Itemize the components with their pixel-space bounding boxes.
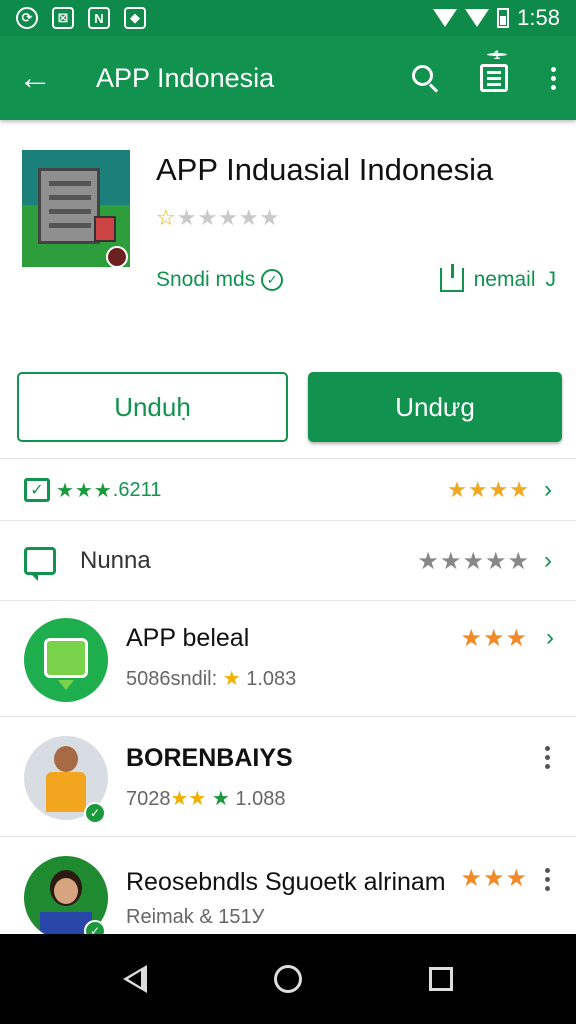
more-vert-icon[interactable] [545,868,550,891]
install-info[interactable]: nemail J [439,264,557,292]
star-filled: ☆ [156,205,177,230]
check-circle-icon: ✓ [261,269,284,291]
navigation-bar [0,934,576,1024]
nav-home-icon[interactable] [273,965,302,993]
star-empty: ★★★★★ [176,205,281,230]
image-icon: ⊠ [52,7,74,29]
install-button[interactable]: Undưg [308,372,562,442]
list-item-subtitle: Reimak & 151У [126,906,265,928]
list-item-subtitle: 5086sndil: ★ 1.083 [126,668,297,690]
rating-stars-right: ★★★★ [447,477,530,502]
chevron-right-icon: › [546,624,554,651]
sync-icon: ⟳ [16,7,38,29]
app-bar: ← APP Indonesia 1 [0,36,576,120]
install-label: nemail [473,268,536,291]
review-stars: ★★★★★ [417,547,530,575]
battery-icon [497,8,510,28]
status-time: 1:58 [517,5,560,30]
wifi-icon [433,9,458,27]
developer-avatar [106,246,128,267]
app-icon [22,150,130,267]
rating-stars-left: ★★★ [56,479,113,502]
list-item-subtitle: 7028★★ ★ 1.088 [126,788,286,810]
developer-link[interactable]: Snodi mds ✓ [156,268,284,292]
chevron-right-icon: › [544,547,552,574]
list-item[interactable]: ✓ BORENBAIYS 7028★★ ★ 1.088 [0,716,576,836]
app-rating-stars: ☆★★★★★ [156,205,280,231]
list-icon[interactable]: 1 [480,48,508,92]
rating-count: .6211 [112,478,162,501]
nav-back-icon[interactable] [123,965,148,993]
review-label: Nunna [80,547,151,574]
checkbox-icon: ✓ [24,478,50,502]
app-bar-title: APP Indonesia [96,62,275,93]
rating-row[interactable]: ✓ ★★★ .6211 ★★★★ › [0,462,576,518]
status-bar: ⟳ ⊠ N ◆ 1:58 [0,0,576,36]
uninstall-button[interactable]: Unduḥ [17,372,288,442]
divider [0,458,576,459]
list-item-title: APP beleal [126,624,250,652]
list-item-title: BORENBAIYS [126,744,293,772]
verified-icon: ✓ [84,802,106,824]
divider [0,520,576,521]
list-item-title: Reosebndls Sguoetk alrinam [126,868,446,896]
list-item-stars: ★★★ [460,625,528,652]
review-row[interactable]: Nunna ★★★★★ › [0,526,576,596]
hook-icon: J [545,268,557,291]
list-item[interactable]: APP beleal 5086sndil: ★ 1.083 ★★★ › [0,600,576,716]
back-arrow-icon[interactable]: ← [18,61,62,95]
list-item[interactable]: ✓ Reosebndls Sguoetk alrinam Reimak & 15… [0,836,576,934]
chevron-right-icon: › [544,476,552,503]
verified-icon: ✓ [84,920,106,934]
news-icon: N [88,7,110,29]
bag-icon: ◆ [124,7,146,29]
download-icon [439,264,464,292]
developer-name: Snodi mds [156,268,256,291]
more-vert-icon[interactable] [548,66,558,90]
nav-recent-icon[interactable] [428,967,453,991]
signal-icon [465,9,490,27]
message-icon [24,547,56,581]
list-item-stars: ★★★ [460,865,528,892]
app-title: APP Induasial Indonesia [156,152,494,187]
app-avatar [24,618,108,702]
more-vert-icon[interactable] [545,746,550,769]
notification-badge: 1 [487,48,507,62]
search-icon[interactable] [410,63,440,93]
